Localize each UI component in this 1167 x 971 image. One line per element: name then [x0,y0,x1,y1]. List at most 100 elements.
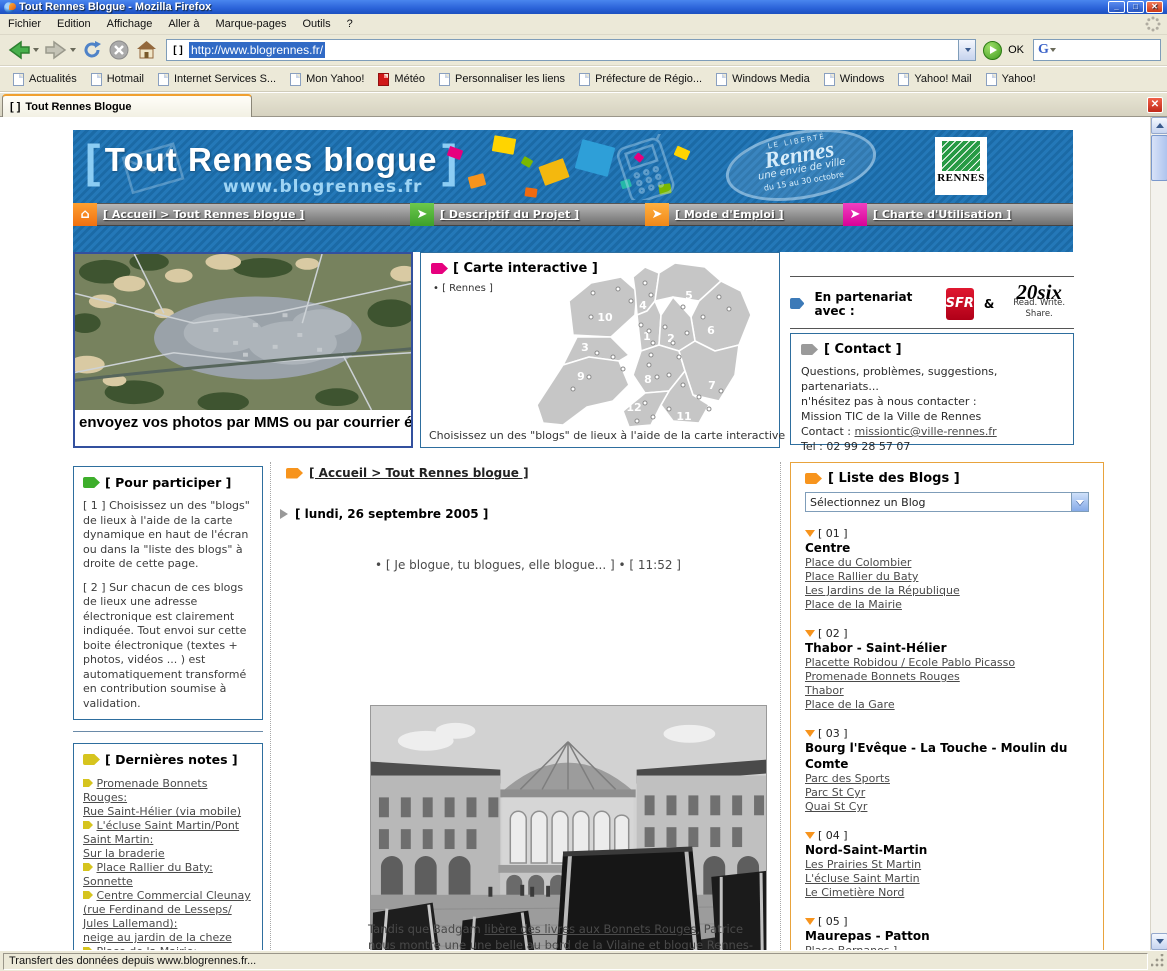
maximize-button[interactable]: □ [1127,1,1144,13]
district-number[interactable]: 9 [577,370,585,383]
yellow-arrow-icon [83,891,93,899]
note-link[interactable]: Place Rallier du Baty: [97,861,213,874]
rennes-district-map[interactable]: 10 4 5 6 1 2 3 9 8 7 12 11 [533,257,775,439]
district-number[interactable]: 5 [685,289,693,302]
home-button[interactable] [134,38,159,62]
vertical-scrollbar[interactable] [1150,117,1167,950]
resize-grip[interactable] [1151,954,1165,968]
satellite-photo[interactable] [75,254,411,410]
forward-button[interactable] [43,38,77,62]
blog-link[interactable]: Promenade Bonnets Rouges [805,670,1089,684]
district-number[interactable]: 4 [639,299,647,312]
dropdown-arrow-button[interactable] [1071,493,1088,511]
blog-link[interactable]: Place de la Gare [805,698,1089,712]
note-sub-link[interactable]: Rue Saint-Hélier (via mobile) [83,805,241,818]
address-bar[interactable]: [ ] http://www.blogrennes.fr/ [166,39,976,61]
blog-link[interactable]: Thabor [805,684,1089,698]
nav-mode-emploi-link[interactable]: [ Mode d'Emploi ] [675,208,784,221]
bookmark-hotmail[interactable]: Hotmail [86,71,149,88]
divider [790,328,1074,329]
bookmark-label: Préfecture de Régio... [595,73,702,85]
menu-aller-a[interactable]: Aller à [160,15,207,33]
bookmark-windows[interactable]: Windows [819,71,890,88]
bookmark-yahoo-mail[interactable]: Yahoo! Mail [893,71,976,88]
address-dropdown-button[interactable] [958,40,975,60]
note-link[interactable]: Centre Commercial Cleunay (rue Ferdinand… [83,889,251,930]
menu-fichier[interactable]: Fichier [0,15,49,33]
tab-tout-rennes-blogue[interactable]: [ ] Tout Rennes Blogue [2,94,252,117]
menu-edition[interactable]: Edition [49,15,99,33]
reload-button[interactable] [80,38,104,62]
post-breadcrumb-link[interactable]: [ Accueil > Tout Rennes blogue ] [309,466,529,480]
site-banner: [ Tout Rennes blogue ] www.blogrennes.fr [73,130,1073,203]
scroll-up-button[interactable] [1151,117,1167,134]
district-10[interactable] [569,277,637,337]
scrollbar-thumb[interactable] [1151,135,1167,181]
blog-group-02: [ 02 ] Thabor - Saint-Hélier Placette Ro… [805,627,1089,712]
nav-charte-link[interactable]: [ Charte d'Utilisation ] [873,208,1011,221]
contact-email-link[interactable]: missiontic@ville-rennes.fr [855,425,997,438]
scroll-down-button[interactable] [1151,933,1167,950]
note-sub-link[interactable]: neige au jardin de la cheze [83,931,232,944]
district-number[interactable]: 3 [581,341,589,354]
district-number[interactable]: 8 [644,373,652,386]
menu-aide[interactable]: ? [339,15,361,33]
body-link-vilaine[interactable]: une belle au bord de la Vilaine [470,938,645,950]
blog-link[interactable]: Placette Robidou / Ecole Pablo Picasso [805,656,1089,670]
district-number[interactable]: 11 [676,410,691,423]
confetti-yellow-2 [538,158,569,186]
note-link[interactable]: L'écluse Saint Martin/Pont Saint Martin: [83,819,239,846]
center-column: [ Accueil > Tout Rennes blogue ] [ lundi… [280,466,776,572]
blog-link[interactable]: Les Jardins de la République [805,584,1089,598]
district-number[interactable]: 10 [597,311,613,324]
body-link-bonnets-rouges[interactable]: libère des livres aux Bonnets Rouges [484,922,696,936]
blog-link[interactable]: Les Prairies St Martin [805,858,1089,872]
blog-link[interactable]: Place de la Mairie [805,598,1089,612]
blog-select-dropdown[interactable]: Sélectionnez un Blog [805,492,1089,512]
district-9[interactable] [537,357,629,425]
blog-link[interactable]: Quai St Cyr [805,800,1089,814]
blog-link[interactable]: Place Rallier du Baty [805,570,1089,584]
blog-link[interactable]: Le Cimetière Nord [805,886,1089,900]
nav-descriptif-link[interactable]: [ Descriptif du Projet ] [440,208,579,221]
menu-outils[interactable]: Outils [294,15,338,33]
minimize-button[interactable]: _ [1108,1,1125,13]
bookmark-meteo[interactable]: Météo [373,71,430,88]
menu-marque-pages[interactable]: Marque-pages [208,15,295,33]
blog-link[interactable]: Place du Colombier [805,556,1089,570]
bookmark-yahoo[interactable]: Yahoo! [981,71,1041,88]
blog-link[interactable]: L'écluse Saint Martin [805,872,1089,886]
bookmark-actualites[interactable]: Actualités [8,71,82,88]
back-button[interactable] [6,38,40,62]
stop-button[interactable] [107,38,131,62]
go-button[interactable] [983,41,1002,60]
district-2[interactable] [659,297,695,351]
close-button[interactable]: ✕ [1146,1,1163,13]
map-caption: Choisissez un des "blogs" de lieux à l'a… [429,429,785,442]
note-sub-link[interactable]: Sur la braderie [83,847,165,860]
close-tab-button[interactable]: ✕ [1147,97,1163,113]
bookmark-prefecture[interactable]: Préfecture de Régio... [574,71,707,88]
nav-accueil-link[interactable]: [ Accueil > Tout Rennes blogue ] [103,208,304,221]
blog-link[interactable]: Parc St Cyr [805,786,1089,800]
column-separator [270,462,271,950]
bookmark-mon-yahoo[interactable]: Mon Yahoo! [285,71,369,88]
bookmark-label: Personnaliser les liens [455,73,565,85]
note-sub-link[interactable]: Sonnette [83,875,133,888]
twentysix-logo[interactable]: 20six Read. Write. Share. [1004,287,1074,320]
search-input[interactable]: G [1033,39,1161,61]
bookmark-label: Mon Yahoo! [306,73,364,85]
note-link[interactable]: Promenade Bonnets Rouges: [83,777,207,804]
district-number[interactable]: 12 [626,401,641,414]
bookmark-windows-media[interactable]: Windows Media [711,71,815,88]
bookmark-internet-services[interactable]: Internet Services S... [153,71,281,88]
menu-affichage[interactable]: Affichage [99,15,161,33]
address-text[interactable]: http://www.blogrennes.fr/ [189,42,325,58]
sfr-logo[interactable]: SFR [946,288,974,320]
blog-link[interactable]: Parc des Sports [805,772,1089,786]
post-photo-opera-rennes[interactable] [370,705,767,950]
bookmark-personnaliser[interactable]: Personnaliser les liens [434,71,570,88]
district-number[interactable]: 6 [707,324,715,337]
district-number[interactable]: 7 [708,379,716,392]
menu-bar: Fichier Edition Affichage Aller à Marque… [0,14,1167,35]
